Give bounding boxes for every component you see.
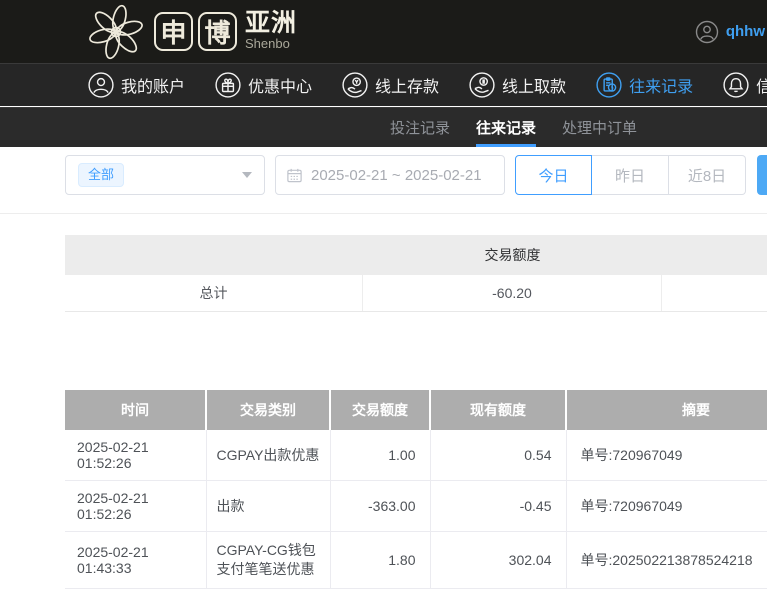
user-circle-icon — [695, 20, 719, 44]
summary-total-label: 总计 — [65, 275, 363, 311]
tab-bet-records[interactable]: 投注记录 — [390, 108, 450, 147]
cell-time: 2025-02-21 01:43:33 — [65, 532, 206, 589]
nav-item-withdraw[interactable]: 线上取款 — [469, 72, 566, 98]
quick-button-label: 近8日 — [688, 165, 726, 186]
yesterday-button[interactable]: 昨日 — [592, 155, 669, 195]
cell-balance: 0.54 — [430, 430, 566, 481]
cell-balance: 302.04 — [430, 532, 566, 589]
nav-item-promotions[interactable]: 优惠中心 — [215, 72, 312, 98]
nav-item-my-account[interactable]: 我的账户 — [88, 72, 185, 98]
nav-item-label: 线上存款 — [375, 73, 439, 97]
gift-icon — [215, 72, 241, 98]
screen: 申 博 亚洲 Shenbo qhhw 我的账户 优惠中心 — [0, 0, 767, 589]
cell-type: CGPAY-CG钱包支付笔笔送优惠 — [206, 532, 330, 589]
withdraw-icon — [469, 72, 495, 98]
account-menu[interactable]: qhhw — [695, 0, 767, 63]
sub-nav: 投注记录 往来记录 处理中订单 — [0, 107, 767, 147]
bell-icon — [723, 72, 749, 98]
quick-button-label: 昨日 — [615, 165, 645, 186]
cell-type: CGPAY出款优惠 — [206, 430, 330, 481]
nav-item-label: 我的账户 — [121, 73, 185, 97]
filter-bar: 全部 2025-02-21 ~ 2025-02-21 今日 昨日 近8日 — [0, 155, 767, 195]
cell-time: 2025-02-21 01:52:26 — [65, 481, 206, 532]
summary-total-value: -60.20 — [363, 275, 662, 311]
header-balance: 现有额度 — [430, 390, 566, 430]
transactions-table: 时间 交易类别 交易额度 现有额度 摘要 2025-02-21 01:52:26… — [65, 390, 767, 589]
nav-item-deposit[interactable]: 线上存款 — [342, 72, 439, 98]
section-divider — [0, 213, 767, 214]
table-row: 2025-02-21 01:52:26 CGPAY出款优惠 1.00 0.54 … — [65, 430, 767, 481]
header-summary: 摘要 — [566, 390, 767, 430]
cell-amount: 1.80 — [330, 532, 430, 589]
table-header-row: 时间 交易类别 交易额度 现有额度 摘要 — [65, 390, 767, 430]
quick-button-label: 今日 — [538, 165, 568, 186]
nav-item-label: 线上取款 — [502, 73, 566, 97]
tab-label: 处理中订单 — [562, 117, 637, 138]
summary-total-row: 总计 -60.20 — [65, 275, 767, 312]
tab-label: 往来记录 — [476, 117, 536, 138]
brand-logo: 申 博 亚洲 Shenbo — [84, 3, 297, 61]
summary-header-row: 交易额度 — [65, 235, 767, 275]
tab-processing-orders[interactable]: 处理中订单 — [562, 108, 637, 147]
type-select-value: 全部 — [78, 163, 124, 187]
tab-transaction-records[interactable]: 往来记录 — [476, 108, 536, 147]
quick-range-group: 今日 昨日 近8日 — [515, 155, 746, 195]
summary-empty-cell — [662, 275, 767, 311]
cell-summary: 单号:202502213878524218 — [566, 532, 767, 589]
cell-amount: -363.00 — [330, 481, 430, 532]
header-amount: 交易额度 — [330, 390, 430, 430]
table-row: 2025-02-21 01:52:26 出款 -363.00 -0.45 单号:… — [65, 481, 767, 532]
cell-summary: 单号:720967049 — [566, 430, 767, 481]
nav-item-label: 往来记录 — [629, 73, 693, 97]
user-icon — [88, 72, 114, 98]
topbar: 申 博 亚洲 Shenbo qhhw — [0, 0, 767, 63]
summary-amount-header: 交易额度 — [363, 235, 662, 275]
logo-char: 博 — [204, 13, 230, 50]
calendar-icon — [286, 167, 303, 184]
cell-time: 2025-02-21 01:52:26 — [65, 430, 206, 481]
nav-item-messages[interactable]: 信息 — [723, 72, 767, 98]
cell-type: 出款 — [206, 481, 330, 532]
nav-item-label: 信息 — [756, 73, 767, 97]
summary-table: 交易额度 总计 -60.20 — [65, 235, 767, 312]
cell-summary: 单号:720967049 — [566, 481, 767, 532]
today-button[interactable]: 今日 — [515, 155, 592, 195]
cell-balance: -0.45 — [430, 481, 566, 532]
logo-latin-text: Shenbo — [245, 36, 297, 52]
last-8-days-button[interactable]: 近8日 — [669, 155, 746, 195]
table-row: 2025-02-21 01:43:33 CGPAY-CG钱包支付笔笔送优惠 1.… — [65, 532, 767, 589]
tab-label: 投注记录 — [390, 117, 450, 138]
username: qhhw — [726, 23, 765, 40]
main-nav: 我的账户 优惠中心 线上存款 线上取款 往来记录 — [0, 63, 767, 106]
logo-char: 申 — [160, 13, 186, 50]
header-time: 时间 — [65, 390, 206, 430]
search-button[interactable] — [757, 155, 767, 195]
logo-region-text: 亚洲 — [245, 11, 297, 36]
logo-char-box: 博 — [198, 12, 237, 51]
header-type: 交易类别 — [206, 390, 330, 430]
cell-amount: 1.00 — [330, 430, 430, 481]
summary-header-cell — [662, 235, 767, 275]
summary-header-cell — [65, 235, 363, 275]
records-icon — [596, 72, 622, 98]
date-range-value: 2025-02-21 ~ 2025-02-21 — [311, 167, 482, 184]
logo-char-box: 申 — [154, 12, 193, 51]
chevron-down-icon — [242, 172, 252, 178]
nav-item-transactions[interactable]: 往来记录 — [596, 72, 693, 98]
flower-logo-icon — [84, 3, 148, 61]
date-range-input[interactable]: 2025-02-21 ~ 2025-02-21 — [275, 155, 505, 195]
deposit-icon — [342, 72, 368, 98]
nav-item-label: 优惠中心 — [248, 73, 312, 97]
type-select[interactable]: 全部 — [65, 155, 265, 195]
